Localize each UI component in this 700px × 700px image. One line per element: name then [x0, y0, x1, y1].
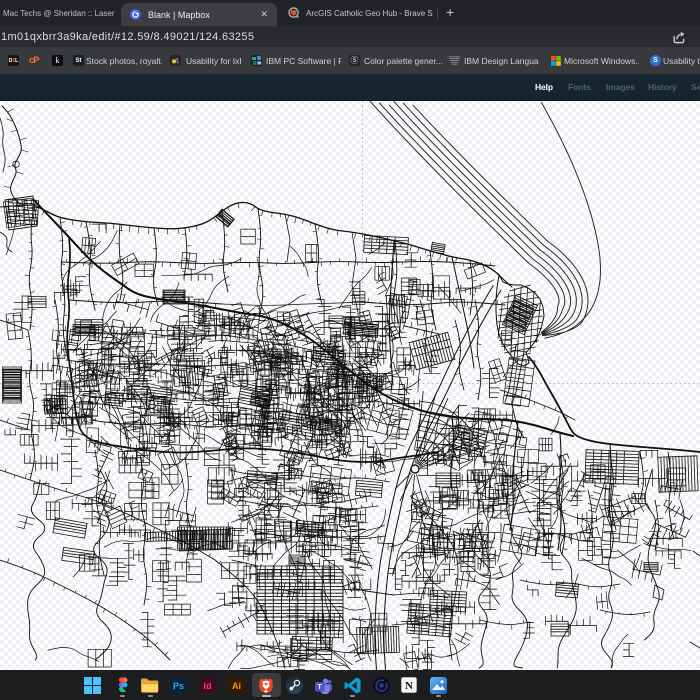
svg-text:Id: Id — [204, 681, 212, 691]
svg-text:Ps: Ps — [173, 681, 184, 691]
svg-text:Ai: Ai — [232, 681, 241, 691]
svg-text:T: T — [318, 684, 323, 691]
svg-text:N: N — [405, 680, 413, 692]
